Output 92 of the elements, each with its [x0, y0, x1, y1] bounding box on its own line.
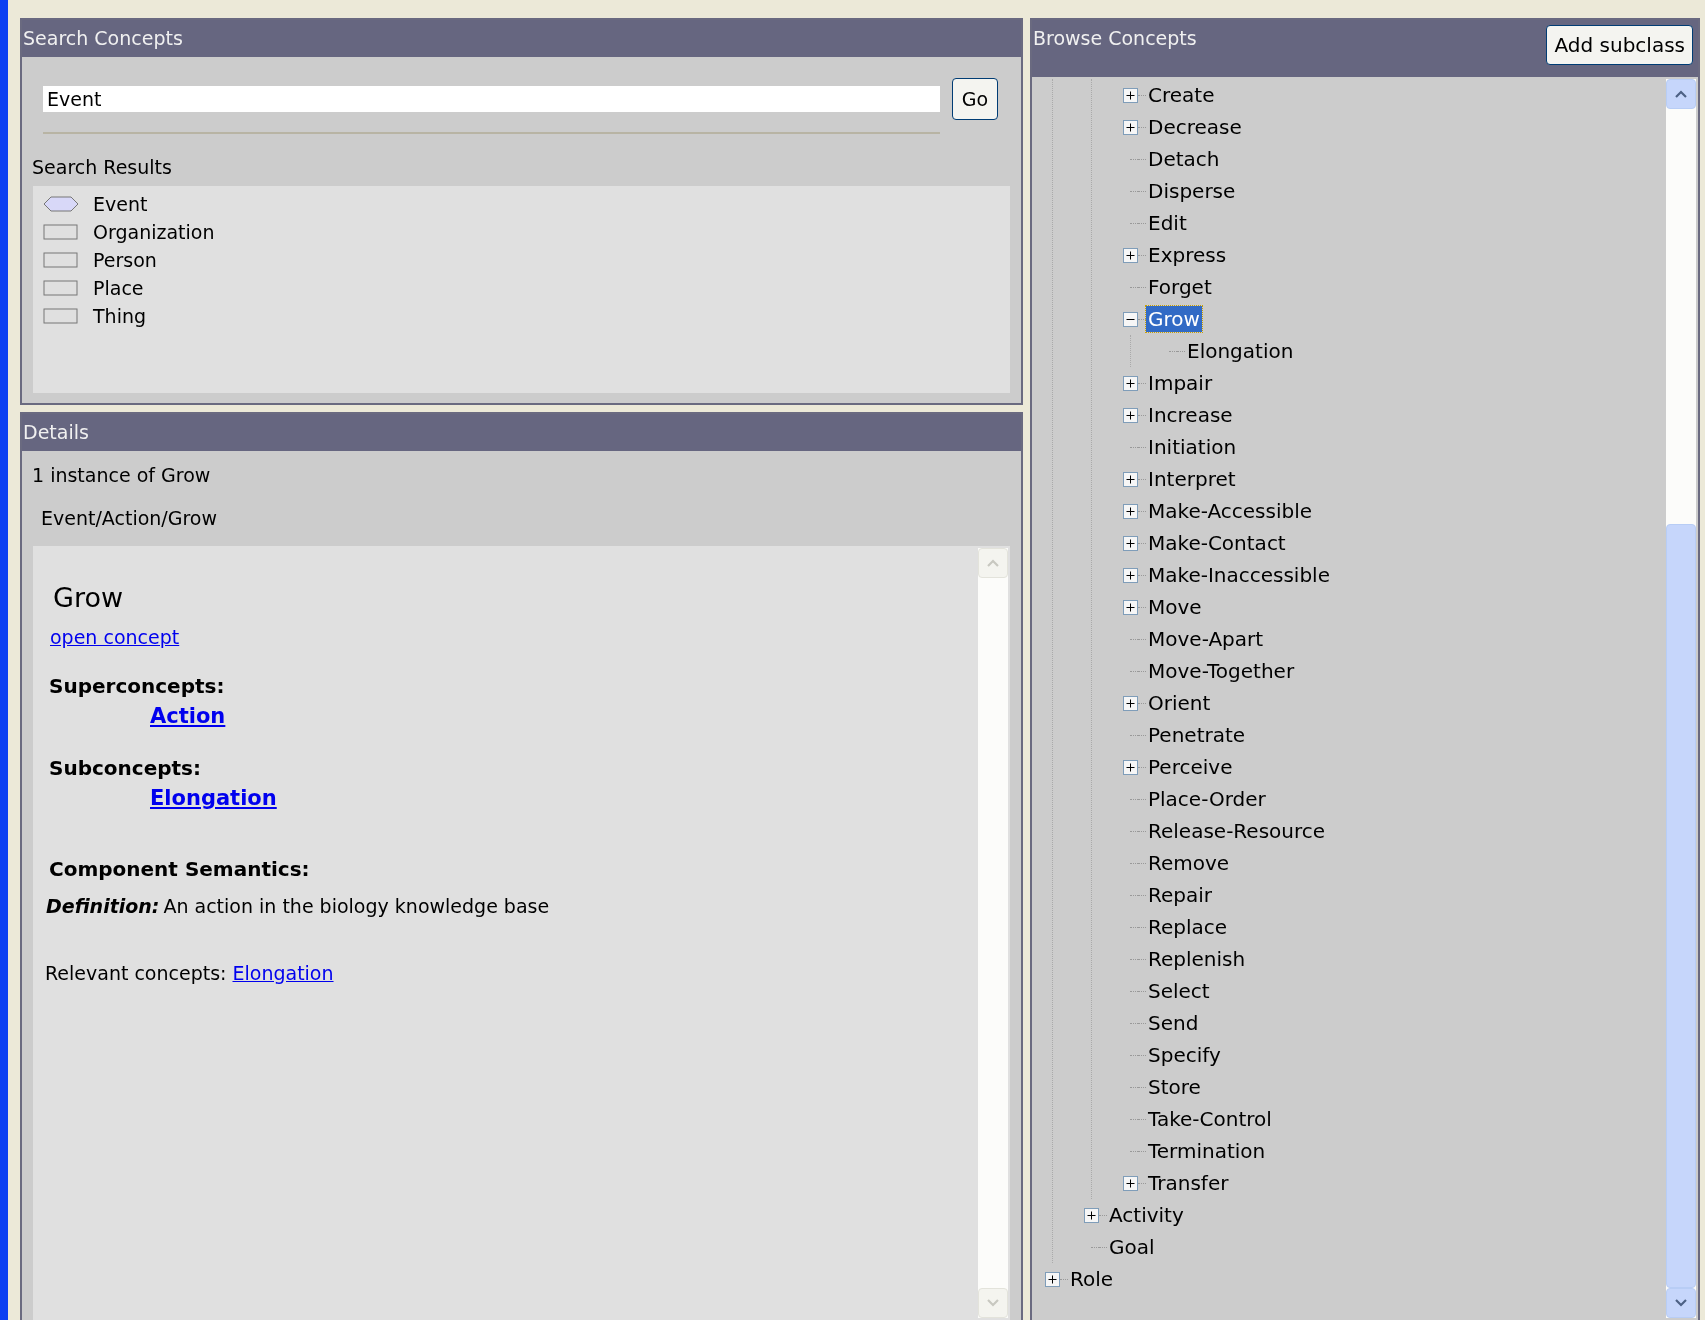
- instance-count: 1 instance of Grow: [31, 463, 212, 488]
- definition-text: An action in the biology knowledge base: [163, 894, 550, 919]
- tree-item[interactable]: Transfer: [1146, 1170, 1231, 1196]
- tree-item[interactable]: Replace: [1146, 914, 1230, 940]
- section-heading: Subconcepts:: [49, 754, 202, 782]
- chevron-up-icon: [1674, 89, 1688, 99]
- tree-item[interactable]: Increase: [1146, 402, 1235, 428]
- tree-item[interactable]: Remove: [1146, 850, 1232, 876]
- section-heading: Superconcepts:: [49, 673, 226, 700]
- result-item[interactable]: Organization: [93, 217, 215, 247]
- results-label: Search Results: [31, 155, 173, 180]
- expand-icon[interactable]: [1123, 695, 1138, 711]
- chevron-up-icon: [986, 558, 1000, 568]
- tree-item[interactable]: Forget: [1146, 274, 1214, 300]
- collapse-icon[interactable]: [1123, 311, 1138, 327]
- expand-icon[interactable]: [1123, 87, 1138, 103]
- tree-item[interactable]: Move-Apart: [1146, 626, 1266, 652]
- expand-icon[interactable]: [1045, 1271, 1060, 1287]
- tree-item[interactable]: Impair: [1146, 370, 1215, 396]
- concept-name: Grow: [52, 581, 125, 615]
- expand-icon[interactable]: [1123, 375, 1138, 391]
- tree-item[interactable]: Termination: [1146, 1138, 1268, 1164]
- add-subclass-button[interactable]: Add subclass: [1546, 25, 1693, 65]
- expand-icon[interactable]: [1123, 1175, 1138, 1191]
- tree-item[interactable]: Release-Resource: [1146, 818, 1328, 844]
- tree-item[interactable]: Decrease: [1146, 114, 1244, 140]
- scroll-up-button[interactable]: [1666, 79, 1696, 109]
- tree-item[interactable]: Make-Inaccessible: [1146, 562, 1332, 588]
- tree-item[interactable]: Move: [1146, 594, 1204, 620]
- result-item[interactable]: Place: [93, 273, 144, 303]
- section-heading: Component Semantics:: [49, 856, 311, 883]
- tree-item[interactable]: Select: [1146, 978, 1212, 1004]
- search-field[interactable]: Event: [43, 86, 940, 112]
- concept-link[interactable]: Elongation: [232, 958, 334, 987]
- tree-item[interactable]: Activity: [1107, 1202, 1186, 1228]
- tree-item[interactable]: Orient: [1146, 690, 1213, 716]
- concept-link[interactable]: open concept: [50, 625, 180, 648]
- rectangle-icon: [43, 280, 79, 296]
- tree-item[interactable]: Elongation: [1185, 338, 1296, 364]
- expand-icon[interactable]: [1123, 407, 1138, 423]
- tree-item[interactable]: Repair: [1146, 882, 1215, 908]
- rectangle-icon: [43, 308, 79, 324]
- go-button[interactable]: Go: [952, 78, 998, 120]
- concept-path: Event/Action/Grow: [40, 506, 219, 531]
- tree-item[interactable]: Penetrate: [1146, 722, 1248, 748]
- expand-icon[interactable]: [1123, 567, 1138, 583]
- panel-title: Search Concepts: [23, 26, 183, 52]
- tree-item[interactable]: Place-Order: [1146, 786, 1268, 812]
- scroll-down-button[interactable]: [1666, 1288, 1696, 1318]
- tree-item[interactable]: Move-Together: [1146, 658, 1297, 684]
- tree-item[interactable]: Make-Contact: [1146, 530, 1288, 556]
- expand-icon[interactable]: [1123, 247, 1138, 263]
- rectangle-icon: [43, 252, 79, 268]
- chevron-down-icon: [986, 1298, 1000, 1308]
- scrollbar-thumb[interactable]: [1666, 524, 1696, 1288]
- expand-icon[interactable]: [1123, 759, 1138, 775]
- tree-item[interactable]: Goal: [1107, 1234, 1157, 1260]
- tree-item[interactable]: Replenish: [1146, 946, 1248, 972]
- tree-item[interactable]: Take-Control: [1146, 1106, 1274, 1132]
- tree-item[interactable]: Detach: [1146, 146, 1222, 172]
- tree-item[interactable]: Interpret: [1146, 466, 1238, 492]
- tree-item[interactable]: Grow: [1146, 306, 1202, 332]
- result-item[interactable]: Thing: [93, 301, 147, 331]
- scrollbar[interactable]: [1666, 79, 1696, 1318]
- tree-item[interactable]: Initiation: [1146, 434, 1239, 460]
- panel-title: Browse Concepts: [1033, 26, 1197, 51]
- relevant-label: Relevant concepts:: [45, 960, 227, 986]
- expand-icon[interactable]: [1123, 119, 1138, 135]
- tree-item[interactable]: Create: [1146, 82, 1217, 108]
- tree-item[interactable]: Perceive: [1146, 754, 1235, 780]
- tree-item[interactable]: Send: [1146, 1010, 1201, 1036]
- definition-label: Definition:: [46, 894, 160, 919]
- tree-item[interactable]: Role: [1068, 1266, 1116, 1292]
- hexagon-icon: [43, 196, 79, 212]
- tree-item[interactable]: Edit: [1146, 210, 1189, 236]
- expand-icon[interactable]: [1123, 503, 1138, 519]
- expand-icon[interactable]: [1123, 535, 1138, 551]
- concept-link[interactable]: Elongation: [150, 785, 277, 810]
- concept-link[interactable]: Action: [150, 704, 226, 728]
- tree-item[interactable]: Express: [1146, 242, 1229, 268]
- tree-item[interactable]: Specify: [1146, 1042, 1223, 1068]
- result-item[interactable]: Person: [93, 245, 157, 275]
- expand-icon[interactable]: [1123, 471, 1138, 487]
- result-item[interactable]: Event: [93, 189, 148, 219]
- tree-item[interactable]: Store: [1146, 1074, 1203, 1100]
- expand-icon[interactable]: [1084, 1207, 1099, 1223]
- chevron-down-icon: [1674, 1298, 1688, 1308]
- rectangle-icon: [43, 224, 79, 240]
- panel-title: Details: [23, 420, 89, 446]
- expand-icon[interactable]: [1123, 599, 1138, 615]
- tree-item[interactable]: Make-Accessible: [1146, 498, 1315, 524]
- tree-item[interactable]: Disperse: [1146, 178, 1238, 204]
